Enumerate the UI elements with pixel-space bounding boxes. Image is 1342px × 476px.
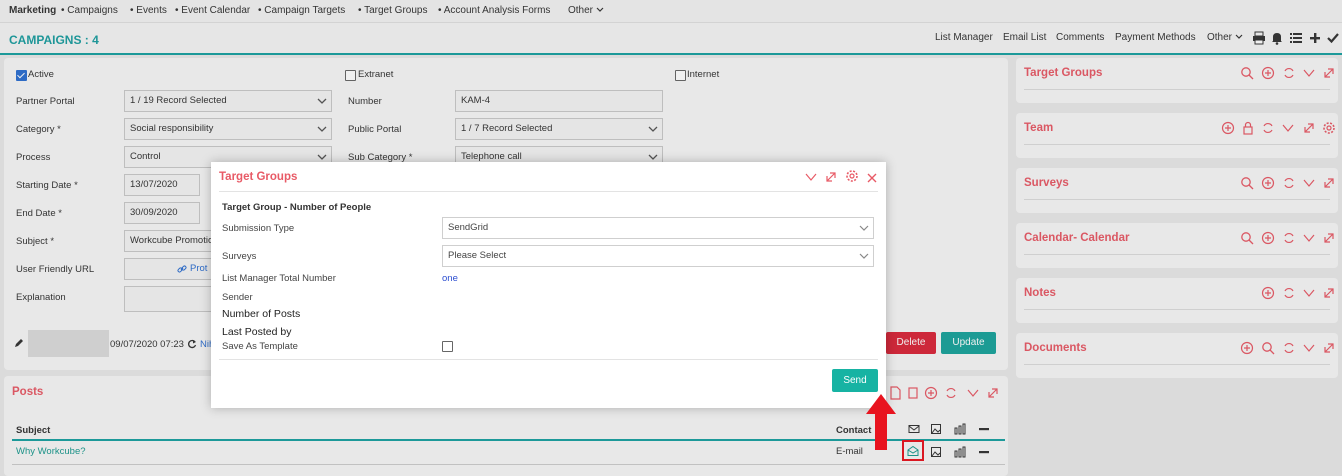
save-template-label: Save As Template [222, 341, 298, 352]
chevron-down-icon[interactable] [804, 170, 818, 184]
surveys-value: Please Select [448, 250, 507, 261]
close-icon[interactable] [865, 171, 879, 185]
list-total-value: one [442, 273, 458, 284]
target-groups-modal: Target Groups Target Group - Number of P… [211, 162, 886, 408]
sender-label: Sender [222, 292, 253, 303]
submission-type-value: SendGrid [448, 222, 489, 233]
section-title: Target Group - Number of People [222, 202, 372, 213]
save-template-checkbox[interactable] [442, 341, 453, 352]
gear-icon[interactable] [845, 169, 859, 183]
surveys-select[interactable]: Please Select [442, 245, 874, 267]
list-total-label: List Manager Total Number [222, 273, 336, 284]
send-button[interactable]: Send [832, 369, 878, 392]
submission-type-select[interactable]: SendGrid [442, 217, 874, 239]
last-posted-label: Last Posted by [222, 326, 292, 338]
modal-title: Target Groups [219, 171, 298, 183]
modal-footer-divider [219, 359, 878, 360]
num-posts-label: Number of Posts [222, 308, 301, 320]
chevron-down-icon [859, 253, 869, 259]
modal-header-divider [219, 191, 878, 192]
submission-type-label: Submission Type [222, 223, 295, 234]
arrow-up-icon [866, 394, 896, 450]
expand-icon[interactable] [824, 170, 838, 184]
chevron-down-icon [859, 225, 869, 231]
surveys-label: Surveys [222, 251, 257, 262]
